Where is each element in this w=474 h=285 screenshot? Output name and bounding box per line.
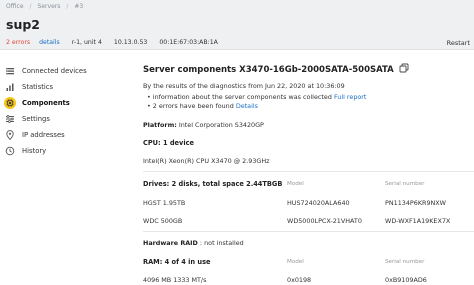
ram-column-model: Model [287,259,304,265]
sidebar-item-label: Components [22,99,70,107]
errors-found-line: • 2 errors have been found Details [147,102,258,110]
divider [143,231,474,232]
drive-model: WD5000LPCX-21VHAT0 [287,217,362,225]
copy-icon[interactable] [399,63,409,76]
breadcrumb-separator: / [66,3,69,10]
sidebar-item-label: Settings [22,115,50,123]
diagnostics-results-text: By the results of the diagnostics from J… [143,82,345,90]
ram-column-serial: Serial number [385,259,425,265]
platform-value: Intel Corporation S3420GP [178,121,264,129]
ram-module-name: 4096 MB 1333 MT/s [143,276,207,284]
drives-column-serial: Serial number [385,181,425,187]
drive-name: WDC 500GB [143,217,183,225]
connected-devices-icon [4,65,16,77]
drive-model: HUS724020ALA640 [287,199,350,207]
drive-serial: WD-WXF1A19KEX7X [385,217,451,225]
platform-row: Platform: Intel Corporation S3420GP [143,121,264,129]
components-panel: Server components X3470-16Gb-2000SATA-50… [143,0,474,285]
info-collected-text: • information about the server component… [147,93,332,101]
components-icon [4,97,16,109]
sidebar-item-label: Connected devices [22,67,87,75]
platform-label: Platform: [143,121,177,129]
errors-found-text: • 2 errors have been found [147,102,234,110]
page-title: sup2 [6,17,40,32]
sidebar-item-label: History [22,147,47,155]
details-link[interactable]: details [39,39,60,46]
statistics-icon [4,81,16,93]
cpu-value: Intel(R) Xeon(R) CPU X3470 @ 2.93GHz [143,157,270,165]
raid-label: Hardware RAID [143,239,198,247]
sidebar-item-connected-devices[interactable]: Connected devices [4,64,87,78]
breadcrumb-current: #3 [74,3,84,10]
raid-value: : not installed [199,239,244,247]
sidebar-item-settings[interactable]: Settings [4,112,50,126]
sidebar-item-label: IP addresses [22,131,65,139]
sidebar-item-ip-addresses[interactable]: IP addresses [4,128,65,142]
sidebar-item-statistics[interactable]: Statistics [4,80,53,94]
errors-count: 2 errors [6,39,31,46]
cpu-heading: CPU: 1 device [143,139,194,147]
drives-column-model: Model [287,181,304,187]
ram-module-serial: 0xB9109AD6 [385,276,427,284]
breadcrumb: Office / Servers / #3 [6,3,83,10]
drive-name: HGST 1.95TB [143,199,186,207]
ram-heading: RAM: 4 of 4 in use [143,258,211,266]
ram-module-model: 0x0198 [287,276,312,284]
settings-icon [4,113,16,125]
breadcrumb-office[interactable]: Office [6,3,24,10]
full-report-link[interactable]: Full report [334,93,366,101]
errors-details-link[interactable]: Details [236,102,258,110]
raid-row: Hardware RAID : not installed [143,239,244,247]
breadcrumb-separator: / [29,3,32,10]
sidebar-item-label: Statistics [22,83,54,91]
history-icon [4,145,16,157]
drives-heading: Drives: 2 disks, total space 2.44TBGB [143,180,283,188]
sidebar-item-components[interactable]: Components [4,96,70,110]
info-collected-line: • information about the server component… [147,93,366,101]
drive-serial: PN1134P6KR9NXW [385,199,446,207]
server-location: r-1, unit 4 [71,39,102,46]
divider [143,171,474,172]
components-title: Server components X3470-16Gb-2000SATA-50… [143,63,409,76]
sidebar-item-history[interactable]: History [4,144,46,158]
breadcrumb-servers[interactable]: Servers [38,3,61,10]
components-title-text: Server components X3470-16Gb-2000SATA-50… [143,64,394,75]
ip-addresses-icon [4,129,16,141]
